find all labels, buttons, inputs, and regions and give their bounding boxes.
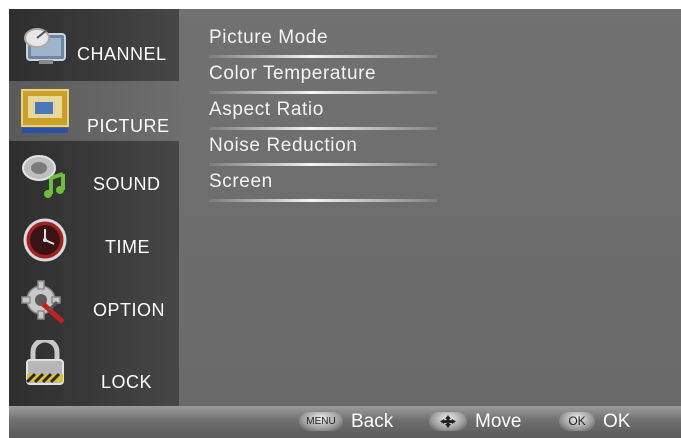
menu-item-label: Noise Reduction [209,135,358,156]
menu-item-color-temperature[interactable]: Color Temperature [209,63,449,99]
menu-item-aspect-ratio[interactable]: Aspect Ratio [209,99,449,135]
padlock-icon [21,337,69,386]
back-hint[interactable]: MENU Back [299,409,399,435]
menu-item-underline [209,91,437,94]
menu-item-label: Color Temperature [209,63,377,84]
menu-item-underline [209,163,437,166]
sidebar-item-label: SOUND [93,174,161,194]
menu-item-label: Picture Mode [209,27,329,48]
menu-item-underline [209,199,437,202]
sidebar-item-picture[interactable]: PICTURE [9,81,179,141]
move-arrows-icon [429,412,467,431]
menu-item-screen[interactable]: Screen [209,171,449,207]
sidebar-item-time[interactable]: TIME [9,210,179,270]
move-hint[interactable]: Move [429,409,539,435]
tv-osd-menu: CHANNEL PICTURE SOUND TIME OPTION LOCK P… [9,9,681,438]
picture-icon [21,88,69,134]
sidebar-item-label: LOCK [101,372,153,392]
menu-item-underline [209,127,437,130]
sidebar-item-sound[interactable]: SOUND [9,147,179,207]
ok-key-icon: OK [559,412,595,431]
back-label: Back [351,411,394,432]
sidebar-item-option[interactable]: OPTION [9,273,179,333]
menu-item-label: Aspect Ratio [209,99,324,120]
sidebar-item-label: CHANNEL [77,44,167,64]
sound-icon [21,154,69,200]
sidebar-item-label: PICTURE [87,116,170,136]
menu-key-icon: MENU [299,412,343,431]
menu-item-picture-mode[interactable]: Picture Mode [209,27,449,63]
move-label: Move [475,411,522,432]
sidebar: CHANNEL PICTURE SOUND TIME OPTION LOCK [9,9,179,406]
sidebar-item-label: TIME [105,237,150,257]
sidebar-item-lock[interactable]: LOCK [9,337,179,397]
ok-label: OK [603,411,631,432]
ok-hint[interactable]: OK OK [559,409,659,435]
footer-hints: MENU Back Move OK OK [9,406,681,438]
sidebar-item-label: OPTION [93,300,166,320]
channel-satellite-icon [21,24,69,70]
gear-tools-icon [21,280,69,326]
clock-icon [21,217,69,263]
sidebar-item-channel[interactable]: CHANNEL [9,17,179,77]
menu-item-underline [209,55,437,58]
menu-item-label: Screen [209,171,273,192]
menu-item-noise-reduction[interactable]: Noise Reduction [209,135,449,171]
picture-submenu: Picture Mode Color Temperature Aspect Ra… [179,9,681,406]
